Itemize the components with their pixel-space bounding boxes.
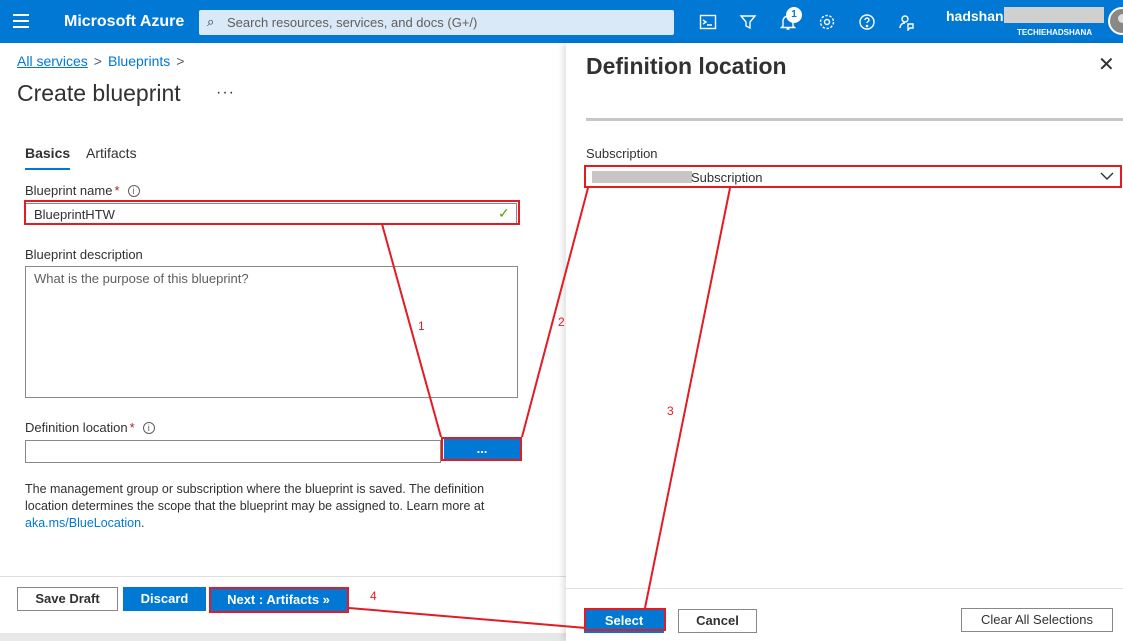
blueprint-description-textarea[interactable]: What is the purpose of this blueprint?	[25, 266, 518, 398]
subscription-label: Subscription	[586, 146, 658, 161]
tab-basics[interactable]: Basics	[25, 145, 71, 170]
blueprint-name-input[interactable]: BlueprintHTW	[25, 203, 517, 225]
definition-location-input[interactable]	[25, 440, 441, 463]
horizontal-scrollbar[interactable]	[0, 633, 566, 641]
next-artifacts-button[interactable]: Next : Artifacts »	[210, 588, 347, 612]
brand-title[interactable]: Microsoft Azure	[64, 13, 184, 31]
subscription-dropdown[interactable]: Subscription	[586, 167, 1121, 187]
panel-title: Definition location	[586, 53, 787, 79]
definition-location-label-text: Definition location	[25, 420, 128, 435]
user-name[interactable]: hadshana	[946, 8, 1011, 24]
required-asterisk: *	[114, 183, 120, 198]
breadcrumb-all-services[interactable]: All services	[17, 53, 88, 69]
discard-button[interactable]: Discard	[123, 587, 206, 611]
definition-location-label: Definition location * i	[25, 420, 155, 435]
notification-count-badge: 1	[786, 7, 802, 23]
search-placeholder: Search resources, services, and docs (G+…	[227, 15, 478, 30]
settings-gear-icon[interactable]	[816, 11, 838, 33]
breadcrumb: All services > Blueprints >	[17, 53, 190, 69]
breadcrumb-separator-icon: >	[93, 53, 102, 69]
tab-artifacts[interactable]: Artifacts	[86, 145, 137, 161]
panel-footer-divider	[566, 588, 1123, 589]
avatar[interactable]	[1108, 7, 1123, 35]
top-nav-bar: Microsoft Azure ⌕ Search resources, serv…	[0, 0, 1123, 43]
annotation-step-3: 3	[667, 404, 674, 418]
definition-location-help: The management group or subscription whe…	[25, 481, 505, 532]
info-icon[interactable]: i	[127, 185, 140, 197]
cloud-shell-icon[interactable]	[697, 11, 719, 33]
blueprint-name-label-text: Blueprint name	[25, 183, 113, 198]
hamburger-menu-icon[interactable]	[13, 14, 29, 28]
help-text: The management group or subscription whe…	[25, 482, 485, 513]
page-title: Create blueprint	[17, 80, 181, 106]
close-icon[interactable]: ✕	[1098, 55, 1115, 75]
valid-check-icon: ✓	[498, 205, 510, 221]
annotation-step-2: 2	[558, 315, 565, 329]
info-icon[interactable]: i	[142, 422, 155, 434]
directory-filter-icon[interactable]	[737, 11, 759, 33]
clear-all-selections-button[interactable]: Clear All Selections	[961, 608, 1113, 632]
help-question-icon[interactable]	[856, 11, 878, 33]
breadcrumb-blueprints[interactable]: Blueprints	[108, 53, 170, 69]
redacted-subscription-text	[592, 171, 692, 183]
breadcrumb-separator-icon: >	[176, 53, 185, 69]
chevron-down-icon	[1100, 172, 1114, 180]
select-button[interactable]: Select	[584, 609, 664, 633]
more-options-icon[interactable]: ···	[216, 84, 235, 102]
search-icon: ⌕	[207, 14, 215, 29]
annotation-step-4: 4	[370, 589, 377, 603]
subscription-value: Subscription	[691, 170, 763, 185]
save-draft-button[interactable]: Save Draft	[17, 587, 118, 611]
definition-location-panel: Definition location ✕ Subscription Subsc…	[566, 43, 1123, 641]
user-directory: TECHIEHADSHANA	[1017, 28, 1093, 37]
annotation-step-1: 1	[418, 319, 425, 333]
global-search-input[interactable]: ⌕ Search resources, services, and docs (…	[199, 10, 674, 35]
redacted-user-text	[1004, 7, 1104, 23]
help-text-end: .	[141, 516, 145, 530]
feedback-icon[interactable]	[895, 11, 917, 33]
panel-divider	[586, 118, 1123, 121]
learn-more-link[interactable]: aka.ms/BlueLocation	[25, 516, 141, 530]
blueprint-description-label: Blueprint description	[25, 247, 143, 262]
annotation-line-4	[348, 607, 587, 629]
cancel-button[interactable]: Cancel	[678, 609, 757, 633]
footer-divider	[0, 576, 566, 577]
required-asterisk: *	[129, 420, 135, 435]
blueprint-name-label: Blueprint name * i	[25, 183, 140, 198]
browse-location-button[interactable]: ...	[444, 439, 520, 461]
